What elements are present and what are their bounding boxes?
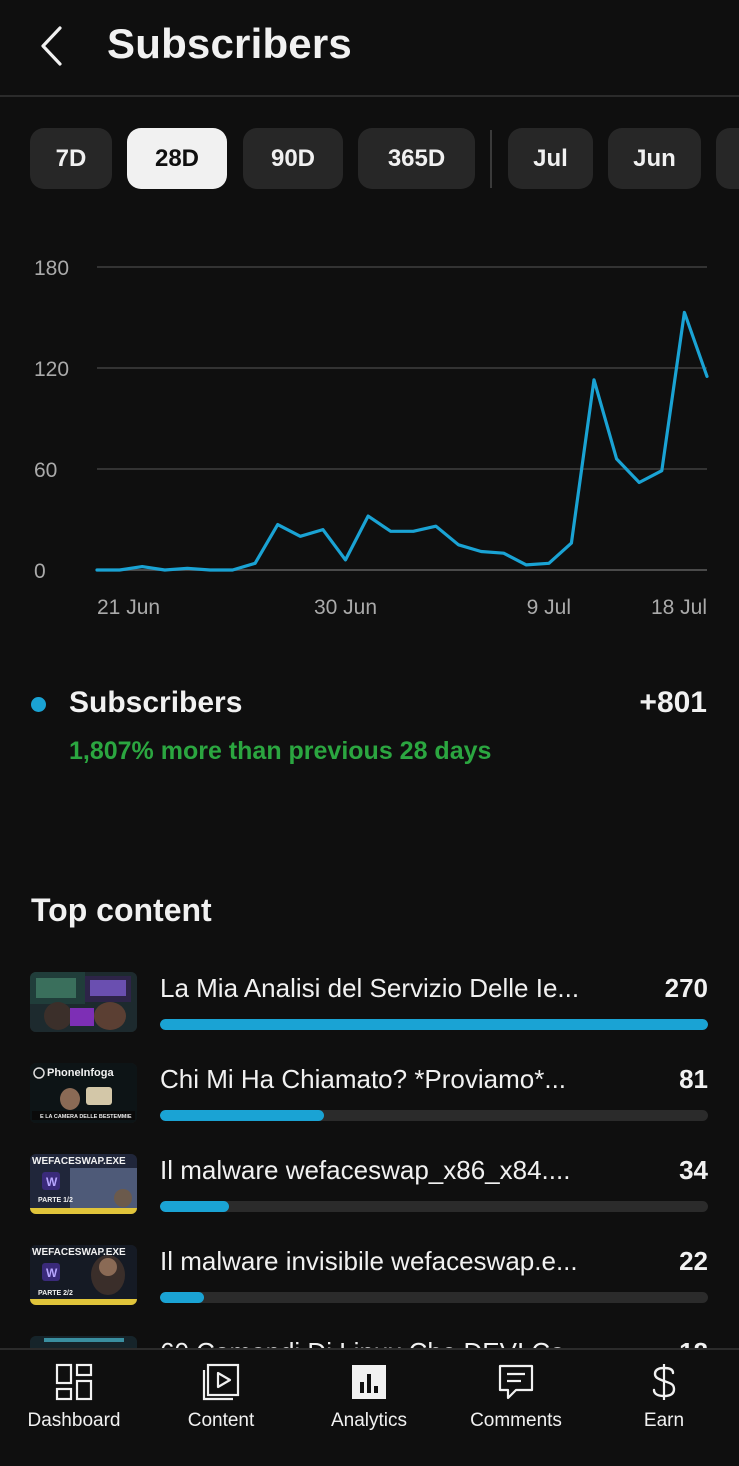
dashboard-icon bbox=[55, 1363, 93, 1401]
thumb-text: PARTE 2/2 bbox=[38, 1290, 73, 1297]
nav-label: Earn bbox=[643, 1410, 685, 1431]
video-thumbnail: PhoneInfoga E LA CAMERA DELLE BESTEMMIE bbox=[30, 1063, 137, 1123]
nav-label: Comments bbox=[470, 1410, 562, 1431]
video-title: La Mia Analisi del Servizio Delle Ie... bbox=[160, 973, 580, 1003]
share-bar-fill bbox=[160, 1110, 325, 1121]
nav-analytics[interactable]: Analytics bbox=[295, 1362, 443, 1452]
video-title: Chi Mi Ha Chiamato? *Proviamo*... bbox=[160, 1064, 567, 1094]
share-bar-track bbox=[160, 1292, 708, 1303]
nav-label: Analytics bbox=[330, 1410, 408, 1431]
nav-content[interactable]: Content bbox=[147, 1362, 295, 1452]
thumb-text: E LA CAMERA DELLE BESTEMMIE bbox=[40, 1114, 132, 1120]
video-count: 22 bbox=[679, 1246, 708, 1276]
video-count: 34 bbox=[679, 1155, 708, 1185]
list-item[interactable]: PhoneInfoga E LA CAMERA DELLE BESTEMMIE … bbox=[0, 1063, 739, 1143]
list-item[interactable]: WEFACESWAP.EXE W PARTE 2/2 Il malware in… bbox=[0, 1245, 739, 1325]
nav-comments[interactable]: Comments bbox=[442, 1362, 590, 1452]
top-content-list: La Mia Analisi del Servizio Delle Ie... … bbox=[0, 0, 739, 1348]
share-bar-fill bbox=[160, 1019, 708, 1030]
video-count: 81 bbox=[679, 1064, 708, 1094]
svg-text:W: W bbox=[46, 1175, 58, 1189]
svg-text:W: W bbox=[46, 1266, 58, 1280]
thumb-text: PARTE 1/2 bbox=[38, 1197, 73, 1204]
nav-label: Dashboard bbox=[27, 1410, 121, 1431]
content-icon bbox=[202, 1363, 240, 1401]
share-bar-track bbox=[160, 1019, 708, 1030]
list-item[interactable]: La Mia Analisi del Servizio Delle Ie... … bbox=[0, 972, 739, 1052]
video-count: 18 bbox=[679, 1337, 708, 1348]
share-bar-fill bbox=[160, 1292, 205, 1303]
video-title: Il malware wefaceswap_x86_x84.... bbox=[160, 1155, 571, 1185]
list-item[interactable]: 60 Comandi Di Linux Che DEVI Co... 18 bbox=[0, 1336, 739, 1348]
analytics-icon bbox=[352, 1365, 386, 1399]
nav-label: Content bbox=[187, 1410, 255, 1431]
video-title: Il malware invisibile wefaceswap.e... bbox=[160, 1246, 578, 1276]
comments-icon bbox=[498, 1364, 534, 1400]
video-title: 60 Comandi Di Linux Che DEVI Co... bbox=[160, 1337, 605, 1348]
share-bar-track bbox=[160, 1201, 708, 1212]
thumb-text: PhoneInfoga bbox=[47, 1067, 114, 1079]
video-thumbnail: WEFACESWAP.EXE W PARTE 2/2 bbox=[30, 1245, 137, 1305]
video-thumbnail bbox=[30, 1336, 137, 1348]
video-thumbnail: WEFACESWAP.EXE W PARTE 1/2 bbox=[30, 1154, 137, 1214]
video-thumbnail bbox=[30, 972, 137, 1032]
bottom-nav: Dashboard Content Analytics Comments Ear… bbox=[0, 1348, 739, 1466]
nav-earn[interactable]: Earn bbox=[590, 1362, 738, 1452]
share-bar-track bbox=[160, 1110, 708, 1121]
video-count: 270 bbox=[664, 973, 708, 1003]
thumb-text: WEFACESWAP.EXE bbox=[32, 1156, 126, 1167]
list-item[interactable]: WEFACESWAP.EXE W PARTE 1/2 Il malware we… bbox=[0, 1154, 739, 1234]
earn-icon bbox=[652, 1364, 676, 1400]
share-bar-fill bbox=[160, 1201, 230, 1212]
nav-dashboard[interactable]: Dashboard bbox=[0, 1362, 148, 1452]
